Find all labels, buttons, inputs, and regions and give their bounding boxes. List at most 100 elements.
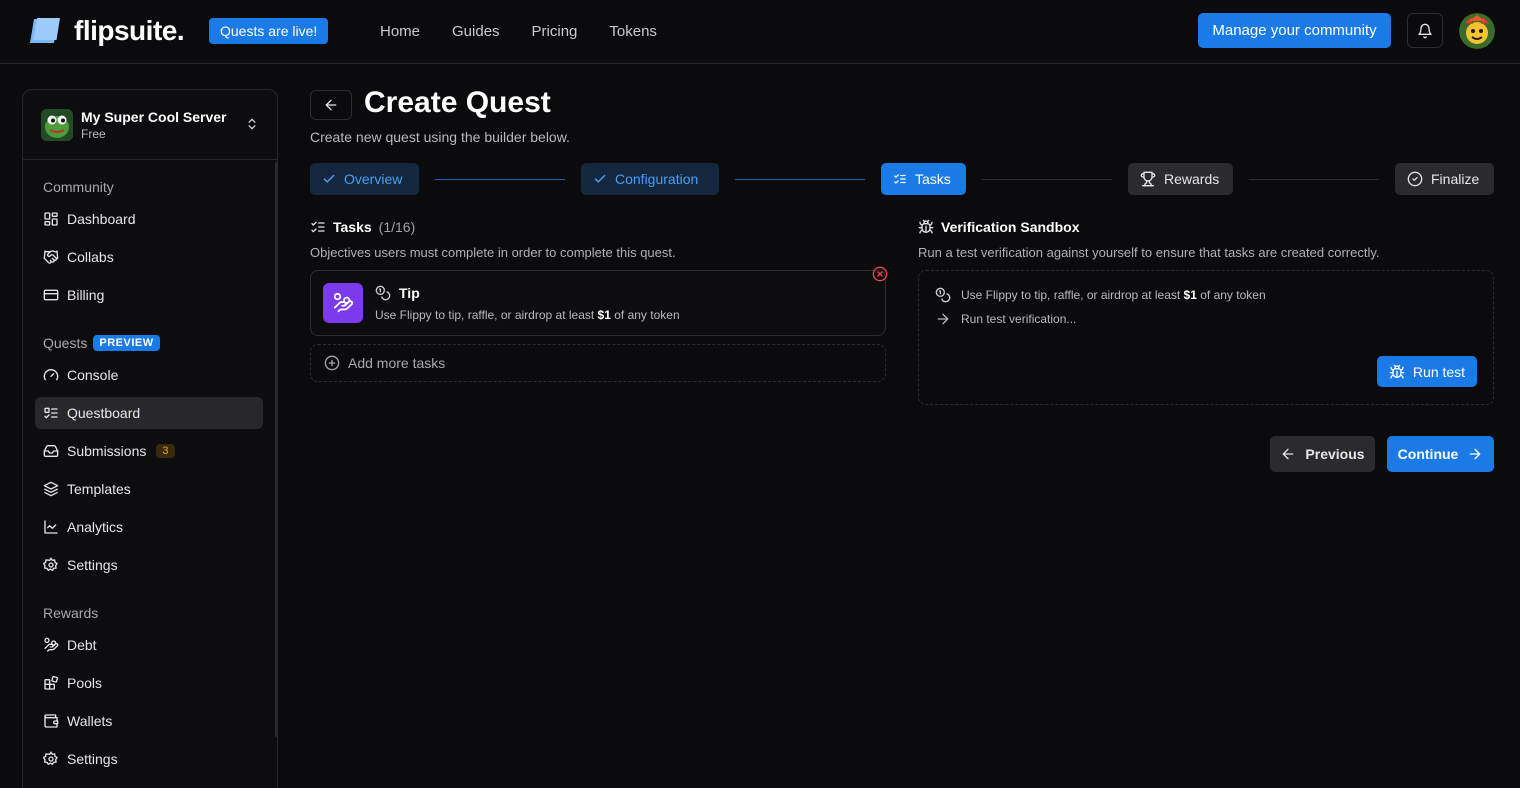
sidebar-item-quest-settings[interactable]: Settings (35, 549, 263, 581)
coins-icon (375, 285, 391, 301)
nav-pricing[interactable]: Pricing (532, 23, 578, 40)
manage-community-button[interactable]: Manage your community (1198, 13, 1391, 48)
brand-logo[interactable]: flipsuite. (28, 15, 185, 47)
server-switcher[interactable]: My Super Cool Server Free (23, 90, 277, 160)
nav-tokens[interactable]: Tokens (609, 23, 657, 40)
sandbox-task-line: Use Flippy to tip, raffle, or airdrop at… (935, 287, 1266, 303)
sandbox-task-text: Use Flippy to tip, raffle, or airdrop at… (961, 288, 1266, 302)
add-more-tasks-label: Add more tasks (348, 355, 446, 371)
sidebar-item-label: Wallets (67, 713, 113, 729)
arrow-left-icon (325, 99, 337, 111)
hand-coins-icon (44, 637, 59, 652)
sidebar-item-label: Pools (67, 675, 103, 691)
step-overview[interactable]: Overview (310, 163, 419, 195)
quests-live-badge[interactable]: Quests are live! (209, 18, 329, 44)
sidebar-item-templates[interactable]: Templates (35, 473, 263, 505)
back-button[interactable] (310, 90, 352, 120)
sandbox-description: Run a test verification against yourself… (918, 245, 1380, 260)
sidebar-item-submissions[interactable]: Submissions 3 (35, 435, 263, 467)
sidebar-item-label: Templates (67, 481, 131, 497)
sandbox-status-line: Run test verification... (935, 311, 1076, 327)
sidebar-item-collabs[interactable]: Collabs (35, 241, 263, 273)
check-icon (594, 174, 606, 183)
task-title-row: Tip (375, 285, 420, 301)
nav-guides[interactable]: Guides (452, 23, 500, 40)
gauge-icon (43, 369, 59, 381)
line-chart-icon (44, 520, 58, 534)
verification-sandbox: Use Flippy to tip, raffle, or airdrop at… (918, 270, 1494, 405)
sidebar-item-label: Collabs (67, 249, 114, 265)
plus-circle-icon (324, 355, 340, 371)
section-title-quests: Quests PREVIEW (43, 335, 160, 351)
server-avatar (41, 109, 73, 141)
task-card-tip[interactable]: Tip Use Flippy to tip, raffle, or airdro… (310, 270, 886, 336)
step-label: Finalize (1431, 171, 1480, 187)
sidebar-item-label: Questboard (67, 405, 141, 421)
bug-icon (918, 219, 934, 234)
task-description: Use Flippy to tip, raffle, or airdrop at… (375, 308, 680, 322)
step-finalize[interactable]: Finalize (1395, 163, 1494, 195)
sidebar-item-wallets[interactable]: Wallets (35, 705, 263, 737)
sandbox-status-text: Run test verification... (961, 312, 1077, 326)
sidebar-item-billing[interactable]: Billing (35, 279, 263, 311)
sidebar-item-label: Submissions (67, 443, 147, 459)
step-tasks[interactable]: Tasks (881, 163, 966, 195)
add-more-tasks-button[interactable]: Add more tasks (310, 344, 886, 382)
top-bar: flipsuite. Quests are live! Home Guides … (0, 0, 1520, 64)
step-label: Configuration (615, 171, 699, 187)
step-label: Overview (344, 171, 403, 187)
sidebar-item-label: Dashboard (67, 211, 136, 227)
notifications-button[interactable] (1407, 13, 1443, 48)
sidebar-item-console[interactable]: Console (35, 359, 263, 391)
server-plan: Free (81, 127, 106, 141)
top-nav: Home Guides Pricing Tokens (380, 0, 657, 62)
task-desc-amount: $1 (597, 308, 611, 322)
nav-home[interactable]: Home (380, 23, 420, 40)
sidebar-item-label: Analytics (67, 519, 124, 535)
step-rewards[interactable]: Rewards (1128, 163, 1233, 195)
previous-button[interactable]: Previous (1270, 436, 1375, 472)
wallet-icon (44, 714, 59, 728)
task-title: Tip (399, 285, 420, 301)
step-connector (1249, 179, 1379, 180)
previous-label: Previous (1305, 446, 1365, 462)
page-title: Create Quest (364, 86, 551, 119)
arrow-right-icon (1469, 448, 1481, 460)
task-icon (323, 283, 363, 323)
arrow-right-icon (937, 313, 949, 325)
coins-icon (935, 287, 951, 303)
step-configuration[interactable]: Configuration (581, 163, 719, 195)
list-todo-icon (44, 407, 58, 419)
sidebar-item-dashboard[interactable]: Dashboard (35, 203, 263, 235)
sandbox-heading: Verification Sandbox (918, 219, 1079, 235)
server-name: My Super Cool Server (81, 109, 227, 125)
task-desc-text: Use Flippy to tip, raffle, or airdrop at… (375, 308, 598, 322)
sidebar-item-pools[interactable]: Pools (35, 667, 263, 699)
sidebar-item-debt[interactable]: Debt (35, 629, 263, 661)
sidebar-item-analytics[interactable]: Analytics (35, 511, 263, 543)
brand-name: flipsuite. (74, 15, 185, 46)
step-connector (735, 179, 865, 180)
sidebar-item-label: Settings (67, 751, 118, 767)
user-avatar-image (1459, 13, 1495, 49)
trophy-icon (1140, 171, 1156, 187)
sidebar-scrollbar[interactable] (275, 162, 277, 737)
run-test-button[interactable]: Run test (1377, 356, 1477, 387)
check-icon (323, 174, 335, 183)
credit-card-icon (43, 289, 59, 301)
user-avatar[interactable] (1459, 13, 1495, 49)
chevrons-up-down-icon (248, 118, 256, 130)
hand-coins-icon (333, 292, 354, 313)
server-avatar-image (41, 109, 73, 141)
tasks-title: Tasks (333, 219, 372, 235)
step-label: Tasks (915, 171, 951, 187)
sidebar-item-label: Settings (67, 557, 118, 573)
tasks-heading: Tasks (1/16) (310, 219, 415, 235)
sidebar-item-reward-settings[interactable]: Settings (35, 743, 263, 775)
sidebar-item-label: Console (67, 367, 119, 383)
remove-task-icon[interactable] (872, 266, 888, 282)
continue-button[interactable]: Continue (1387, 436, 1494, 472)
submissions-count-badge: 3 (156, 444, 175, 458)
sidebar-item-questboard[interactable]: Questboard (35, 397, 263, 429)
arrow-left-icon (1283, 448, 1294, 460)
